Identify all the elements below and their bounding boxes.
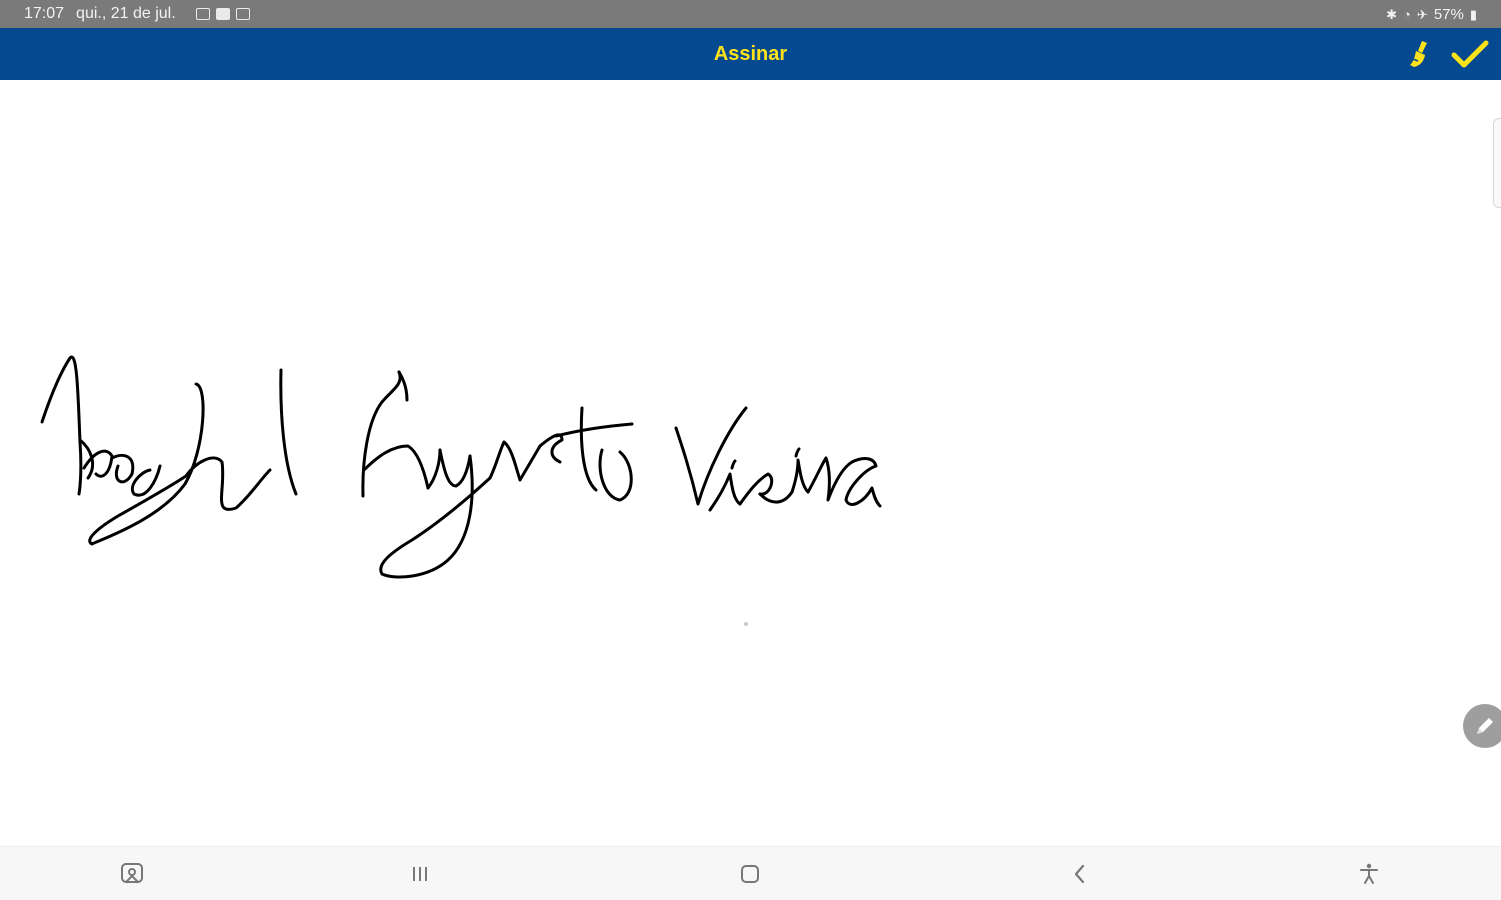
clear-signature-button[interactable] <box>1400 36 1440 72</box>
broom-icon <box>1410 41 1427 67</box>
drive-icon <box>195 8 210 20</box>
notification-icons <box>195 8 250 20</box>
status-date: qui., 21 de jul. <box>76 5 176 22</box>
app-bar: Assinar <box>0 28 1501 80</box>
screenshot-button[interactable] <box>115 857 149 891</box>
wifi-icon: ◔ <box>1403 6 1411 22</box>
page-title: Assinar <box>713 43 788 65</box>
recents-button[interactable] <box>403 857 437 891</box>
status-right: ✱ ◔ ✈ 57% ▮ <box>1386 6 1477 23</box>
signature-strokes <box>40 355 882 626</box>
back-button[interactable] <box>1063 857 1097 891</box>
signature-canvas[interactable] <box>0 80 1501 846</box>
airplane-icon: ✈ <box>1416 6 1428 22</box>
status-bar: 17:07 qui., 21 de jul. ✱ ◔ ✈ 57% ▮ <box>0 0 1501 28</box>
mail-icon <box>235 8 250 20</box>
status-left: 17:07 qui., 21 de jul. <box>24 5 250 23</box>
photo-icon <box>215 8 230 20</box>
bluetooth-icon: ✱ <box>1386 6 1398 22</box>
accessibility-button[interactable] <box>1352 857 1386 891</box>
accessibility-icon <box>1360 863 1378 884</box>
handwritten-signature <box>40 355 882 579</box>
edge-panel-handle[interactable] <box>1493 118 1501 208</box>
screenshot-icon <box>121 863 143 883</box>
recents-icon <box>413 867 427 881</box>
back-icon <box>1074 864 1085 884</box>
navigation-bar <box>0 846 1501 900</box>
home-icon <box>741 865 759 883</box>
checkmark-icon <box>1451 40 1489 68</box>
stray-dot <box>744 622 748 626</box>
battery-percent: 57% <box>1433 5 1464 23</box>
screen: 17:07 qui., 21 de jul. ✱ ◔ ✈ 57% ▮ Assin… <box>0 0 1501 900</box>
confirm-signature-button[interactable] <box>1450 36 1490 72</box>
home-button[interactable] <box>733 857 767 891</box>
battery-icon: ▮ <box>1469 6 1477 22</box>
pen-button[interactable] <box>1463 704 1501 748</box>
status-time: 17:07 <box>24 5 65 22</box>
pen-icon <box>1477 718 1493 734</box>
